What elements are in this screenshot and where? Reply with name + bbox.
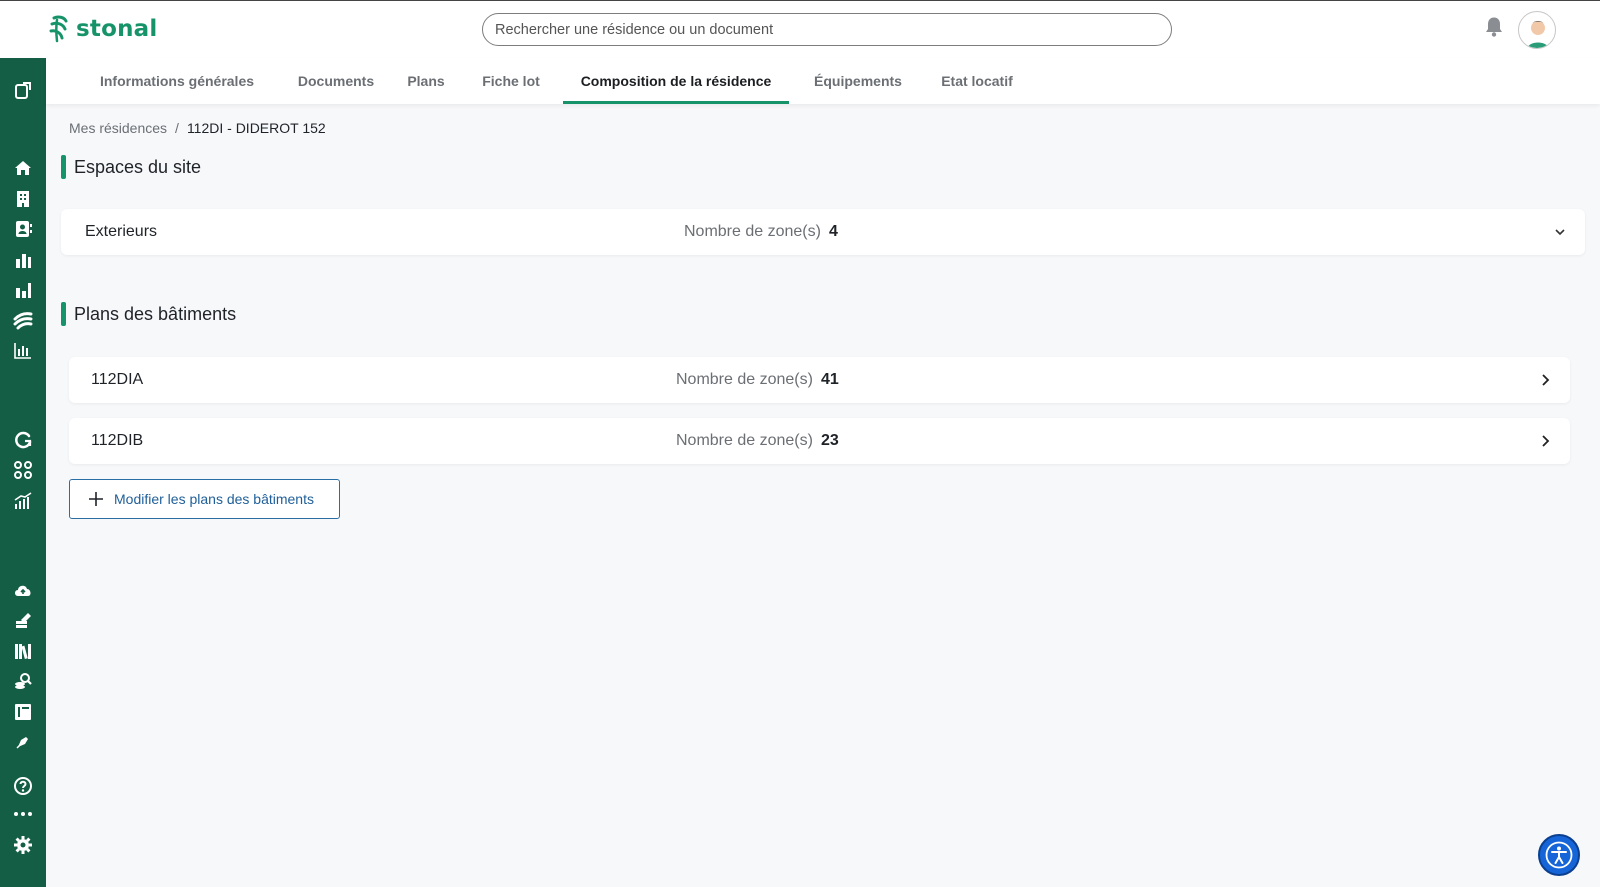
analytics-icon[interactable] [12,339,34,361]
building-icon[interactable] [12,188,34,210]
user-avatar-icon [1527,21,1549,48]
tab-equipements[interactable]: Équipements [804,58,912,104]
contacts-icon[interactable] [12,218,34,240]
site-space-exterieurs[interactable]: Exterieurs Nombre de zone(s) 4 [61,209,1585,255]
bell-icon[interactable] [1484,16,1504,38]
zone-count: Nombre de zone(s) 41 [676,357,839,403]
chevron-right-icon[interactable] [1538,373,1552,387]
building-row-112dib[interactable]: 112DIB Nombre de zone(s) 23 [69,418,1570,464]
chevron-right-icon[interactable] [1538,434,1552,448]
zone-count-value: 41 [820,371,839,388]
zone-count-value: 23 [820,432,839,449]
breadcrumb-separator: / [175,120,179,136]
growth-chart-icon[interactable] [12,490,34,512]
more-icon[interactable] [12,803,34,825]
tab-informations-generales[interactable]: Informations générales [87,58,267,104]
breadcrumb-current: 112DI - DIDEROT 152 [186,120,326,136]
building-row-112dia[interactable]: 112DIA Nombre de zone(s) 41 [69,357,1570,403]
building-plans-heading: Plans des bâtiments [61,302,236,326]
bar-chart-alt-icon[interactable] [12,279,34,301]
logout-icon[interactable] [12,80,34,102]
modify-building-plans-button[interactable]: Modifier les plans des bâtiments [69,479,340,519]
top-bar: stonal [0,0,1600,58]
heading-accent [61,155,66,179]
accessibility-icon [1545,841,1573,869]
modify-button-label: Modifier les plans des bâtiments [114,491,314,507]
plus-icon [89,492,103,506]
apps-icon[interactable] [12,459,34,481]
tab-etat-locatif[interactable]: Etat locatif [927,58,1027,104]
refresh-icon[interactable] [12,429,34,451]
section-tabs: Informations générales Documents Plans F… [46,58,1600,104]
bar-chart-icon[interactable] [12,249,34,271]
library-icon[interactable] [12,640,34,662]
tab-plans[interactable]: Plans [400,58,452,104]
building-name: 112DIA [91,371,144,388]
zone-count-label: Nombre de zone(s) [676,432,813,449]
heading-accent [61,302,66,326]
brand-name: stonal [76,16,158,42]
search-input[interactable] [482,13,1172,46]
breadcrumb-parent[interactable]: Mes résidences [69,120,167,136]
tab-fiche-lot[interactable]: Fiche lot [472,58,550,104]
site-spaces-title: Espaces du site [74,156,202,177]
layout-icon[interactable] [12,701,34,723]
zone-count: Nombre de zone(s) 23 [676,418,839,464]
zone-count-label: Nombre de zone(s) [676,371,813,388]
pen-icon[interactable] [12,731,34,753]
settings-icon[interactable] [12,834,34,856]
help-icon[interactable] [12,775,34,797]
zone-count: Nombre de zone(s) 4 [684,209,838,255]
chevron-down-icon[interactable] [1553,225,1567,239]
sidebar [0,58,46,887]
building-name: 112DIB [91,432,144,449]
site-space-name: Exterieurs [85,223,158,240]
home-icon[interactable] [12,157,34,179]
breadcrumb: Mes résidences / 112DI - DIDEROT 152 [69,120,326,136]
avatar[interactable] [1518,11,1556,49]
building-plans-title: Plans des bâtiments [74,303,237,324]
tab-composition[interactable]: Composition de la résidence [563,58,789,104]
zone-count-label: Nombre de zone(s) [684,223,821,240]
stonal-logo[interactable]: stonal [48,12,157,46]
cloud-upload-icon[interactable] [12,580,34,602]
wave-icon[interactable] [12,309,34,331]
edit-stack-icon[interactable] [12,610,34,632]
zone-count-value: 4 [828,223,838,240]
tab-documents[interactable]: Documents [289,58,383,104]
stonal-logo-icon [49,15,68,43]
site-spaces-heading: Espaces du site [61,155,201,179]
search-coins-icon[interactable] [12,670,34,692]
accessibility-button[interactable] [1538,834,1580,876]
